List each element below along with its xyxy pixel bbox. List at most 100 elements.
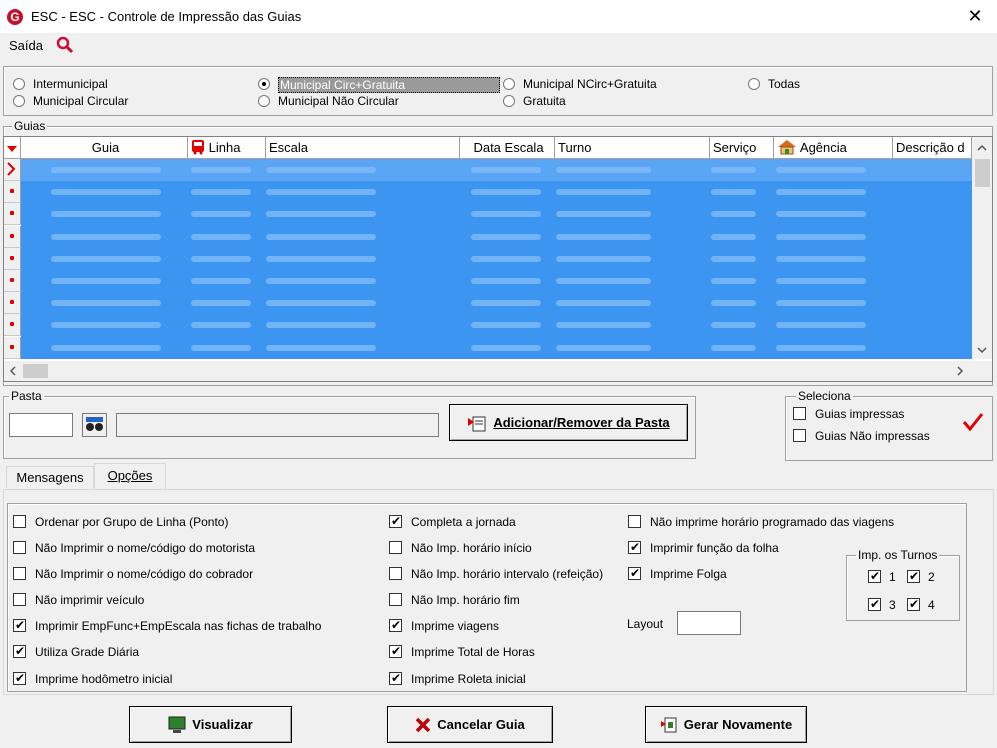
cancelar-guia-button[interactable]: Cancelar Guia xyxy=(387,706,553,743)
option-checkbox-col2-2[interactable] xyxy=(389,567,402,580)
row-indicator[interactable] xyxy=(4,247,21,270)
radio-municipal-ncirc-gratuita-label[interactable]: Municipal NCirc+Gratuita xyxy=(523,77,657,91)
col-guia[interactable]: Guia xyxy=(21,137,188,159)
row-indicator[interactable] xyxy=(4,270,21,292)
seleciona-label-1[interactable]: Guias Não impressas xyxy=(815,429,930,443)
option-checkbox-col1-6[interactable] xyxy=(13,670,26,686)
row-indicator[interactable] xyxy=(4,225,21,248)
option-checkbox-col1-5[interactable] xyxy=(13,643,26,659)
option-checkbox-col1-0[interactable] xyxy=(13,515,26,528)
table-row[interactable] xyxy=(21,248,972,270)
grid-body[interactable] xyxy=(21,159,972,359)
option-label-col3-0[interactable]: Não imprime horário programado das viage… xyxy=(650,515,894,529)
row-indicator[interactable] xyxy=(4,292,21,315)
table-row[interactable] xyxy=(21,226,972,248)
seleciona-label-0[interactable]: Guias impressas xyxy=(815,407,904,421)
radio-municipal-circular-label[interactable]: Municipal Circular xyxy=(33,94,128,108)
turno-label-3[interactable]: 3 xyxy=(889,598,896,612)
radio-gratuita[interactable] xyxy=(503,95,515,107)
horizontal-scrollbar[interactable] xyxy=(4,361,992,381)
option-checkbox-col3-0[interactable] xyxy=(628,515,641,528)
col-servico[interactable]: Serviço xyxy=(710,137,774,159)
grid-corner[interactable] xyxy=(4,137,21,159)
table-row[interactable] xyxy=(21,203,972,225)
col-data-escala[interactable]: Data Escala xyxy=(460,137,555,159)
col-agencia[interactable]: Agência xyxy=(774,137,893,159)
row-indicator[interactable] xyxy=(4,314,21,337)
turno-checkbox-1[interactable] xyxy=(868,568,881,584)
radio-gratuita-label[interactable]: Gratuita xyxy=(523,94,566,108)
table-row[interactable] xyxy=(21,270,972,292)
radio-municipal-ncirc-gratuita[interactable] xyxy=(503,78,515,90)
option-checkbox-col2-5[interactable] xyxy=(389,643,402,659)
radio-todas-label[interactable]: Todas xyxy=(768,77,800,91)
radio-municipal-circ-gratuita-label[interactable]: Municipal Circ+Gratuita xyxy=(278,77,500,93)
menu-saida[interactable]: Saída xyxy=(9,38,43,53)
scroll-left-icon[interactable] xyxy=(8,365,18,377)
close-button[interactable]: ✕ xyxy=(962,4,988,28)
option-label-col2-2[interactable]: Não Imp. horário intervalo (refeição) xyxy=(411,567,603,581)
seleciona-checkbox-0[interactable] xyxy=(793,407,806,420)
option-checkbox-col1-1[interactable] xyxy=(13,541,26,554)
option-checkbox-col2-0[interactable] xyxy=(389,513,402,529)
row-indicator[interactable] xyxy=(4,203,21,226)
option-checkbox-col2-6[interactable] xyxy=(389,670,402,686)
option-label-col2-5[interactable]: Imprime Total de Horas xyxy=(411,645,535,659)
vertical-scrollbar[interactable] xyxy=(972,137,992,359)
option-label-col1-1[interactable]: Não Imprimir o nome/código do motorista xyxy=(35,541,255,555)
option-checkbox-col1-3[interactable] xyxy=(13,593,26,606)
option-checkbox-col2-3[interactable] xyxy=(389,593,402,606)
radio-municipal-circ-gratuita[interactable] xyxy=(258,78,270,90)
col-turno[interactable]: Turno xyxy=(555,137,710,159)
add-remove-pasta-button[interactable]: Adicionar/Remover da Pasta xyxy=(449,404,688,441)
pasta-code-input[interactable] xyxy=(9,413,73,437)
guias-grid[interactable]: Guia Linha Escala Data Escala Turno Serv… xyxy=(3,136,993,382)
layout-input[interactable] xyxy=(677,611,741,635)
turno-label-4[interactable]: 4 xyxy=(928,598,935,612)
turno-checkbox-2[interactable] xyxy=(907,568,920,584)
turno-label-2[interactable]: 2 xyxy=(928,570,935,584)
col-escala[interactable]: Escala xyxy=(266,137,460,159)
table-row[interactable] xyxy=(21,337,972,359)
scroll-up-icon[interactable] xyxy=(976,143,988,153)
option-label-col1-2[interactable]: Não Imprimir o nome/código do cobrador xyxy=(35,567,253,581)
option-label-col2-1[interactable]: Não Imp. horário início xyxy=(411,541,532,555)
option-checkbox-col3-2[interactable] xyxy=(628,565,641,581)
visualizar-button[interactable]: Visualizar xyxy=(129,706,292,743)
radio-municipal-nao-circular-label[interactable]: Municipal Não Circular xyxy=(278,94,399,108)
seleciona-checkbox-1[interactable] xyxy=(793,429,806,442)
table-row[interactable] xyxy=(21,181,972,203)
option-label-col2-6[interactable]: Imprime Roleta inicial xyxy=(411,672,526,686)
pasta-lookup-button[interactable] xyxy=(82,413,107,437)
radio-intermunicipal[interactable] xyxy=(13,78,25,90)
option-label-col1-5[interactable]: Utiliza Grade Diária xyxy=(35,645,139,659)
table-row[interactable] xyxy=(21,292,972,314)
gerar-novamente-button[interactable]: Gerar Novamente xyxy=(645,706,807,743)
option-label-col1-6[interactable]: Imprime hodômetro inicial xyxy=(35,672,172,686)
vertical-scroll-thumb[interactable] xyxy=(975,159,990,187)
scroll-down-icon[interactable] xyxy=(976,345,988,355)
option-label-col1-4[interactable]: Imprimir EmpFunc+EmpEscala nas fichas de… xyxy=(35,619,321,633)
table-row[interactable] xyxy=(21,159,972,181)
scroll-right-icon[interactable] xyxy=(955,365,965,377)
option-label-col1-0[interactable]: Ordenar por Grupo de Linha (Ponto) xyxy=(35,515,228,529)
option-label-col3-1[interactable]: Imprimir função da folha xyxy=(650,541,779,555)
radio-todas[interactable] xyxy=(748,78,760,90)
option-label-col2-4[interactable]: Imprime viagens xyxy=(411,619,499,633)
tab-mensagens[interactable]: Mensagens xyxy=(6,466,94,488)
turno-checkbox-3[interactable] xyxy=(868,596,881,612)
option-label-col2-3[interactable]: Não Imp. horário fim xyxy=(411,593,520,607)
radio-intermunicipal-label[interactable]: Intermunicipal xyxy=(33,77,108,91)
option-checkbox-col2-4[interactable] xyxy=(389,617,402,633)
col-descricao[interactable]: Descrição d xyxy=(893,137,972,159)
row-indicator[interactable] xyxy=(4,336,21,359)
row-indicator[interactable] xyxy=(4,181,21,204)
option-label-col2-0[interactable]: Completa a jornada xyxy=(411,515,516,529)
radio-municipal-circular[interactable] xyxy=(13,95,25,107)
option-checkbox-col1-4[interactable] xyxy=(13,617,26,633)
turno-checkbox-4[interactable] xyxy=(907,596,920,612)
option-checkbox-col1-2[interactable] xyxy=(13,567,26,580)
pasta-name-input[interactable] xyxy=(116,413,439,437)
option-label-col3-2[interactable]: Imprime Folga xyxy=(650,567,727,581)
tab-opcoes[interactable]: Opções xyxy=(94,463,166,490)
